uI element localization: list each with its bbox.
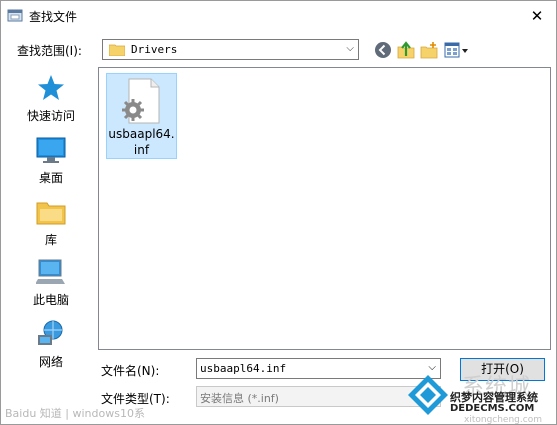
file-name-value: usbaapl64.inf	[200, 362, 287, 375]
file-type-select[interactable]: 安装信息 (*.inf)	[196, 386, 441, 407]
place-desktop[interactable]: 桌面	[9, 135, 93, 191]
star-icon	[38, 75, 64, 100]
brand-url-text: xitongcheng.com	[464, 415, 542, 425]
find-file-dialog: 查找文件 ✕ 查找范围(I): Drivers ⌵ 快速访问 桌面 库 此电脑 …	[0, 0, 557, 425]
place-label: 桌面	[38, 171, 63, 185]
place-this-pc[interactable]: 此电脑	[9, 257, 93, 313]
place-label: 此电脑	[32, 293, 69, 307]
file-name-label: 文件名(N):	[101, 364, 160, 378]
look-in-label: 查找范围(I):	[17, 44, 82, 58]
place-label: 库	[44, 233, 57, 247]
windows-logo-icon	[408, 375, 448, 415]
library-icon	[36, 202, 66, 225]
settings-file-icon	[122, 78, 160, 124]
desktop-icon	[36, 137, 66, 163]
brand-en-text: DEDECMS.COM	[450, 403, 535, 414]
chevron-down-icon: ⌵	[346, 43, 354, 54]
place-label: 网络	[38, 355, 63, 369]
network-icon	[38, 320, 63, 345]
file-list[interactable]: usbaapl64.inf	[98, 67, 551, 350]
file-name-input[interactable]: usbaapl64.inf ⌵	[196, 358, 441, 379]
title-bar[interactable]: 查找文件 ✕	[1, 1, 556, 31]
place-label: 快速访问	[26, 109, 75, 123]
close-button[interactable]: ✕	[526, 5, 548, 27]
place-quick-access[interactable]: 快速访问	[9, 73, 93, 129]
look-in-value: Drivers	[131, 43, 178, 56]
place-network[interactable]: 网络	[9, 319, 93, 375]
baidu-watermark: Baidu 知道 | windows10系	[5, 407, 145, 420]
app-icon	[7, 9, 23, 22]
brand-watermark: 系统城 织梦内容管理系统 DEDECMS.COM xitongcheng.com	[406, 369, 556, 425]
window-title: 查找文件	[29, 10, 78, 24]
places-bar: 快速访问 桌面 库 此电脑 网络	[9, 67, 93, 377]
close-icon: ✕	[530, 7, 544, 25]
place-library[interactable]: 库	[9, 197, 93, 253]
view-menu-icon[interactable]	[444, 41, 470, 59]
new-folder-icon[interactable]	[420, 41, 438, 59]
folder-icon	[109, 44, 125, 56]
look-in-select[interactable]: Drivers ⌵	[102, 39, 359, 60]
back-arrow-icon[interactable]	[374, 41, 392, 59]
file-type-value: 安装信息 (*.inf)	[200, 392, 279, 405]
computer-icon	[36, 259, 65, 284]
up-folder-icon[interactable]	[397, 41, 415, 59]
file-item[interactable]: usbaapl64.inf	[106, 73, 177, 159]
file-name: usbaapl64.inf	[108, 127, 175, 157]
